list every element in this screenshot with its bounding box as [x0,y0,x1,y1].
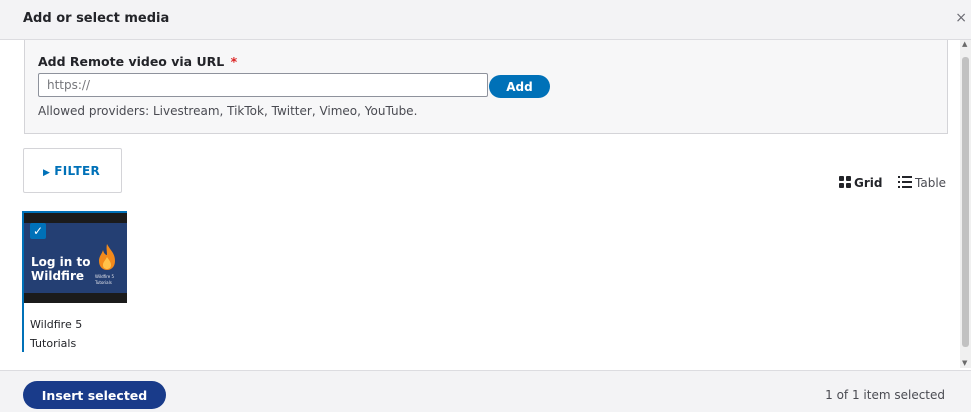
close-icon[interactable]: × [955,10,967,26]
list-icon [898,176,912,188]
add-button[interactable]: Add [489,75,550,98]
scroll-up-arrow-icon[interactable]: ▲ [962,40,967,48]
flame-logo-icon [99,244,115,270]
remote-video-label: Add Remote video via URL * [38,54,237,69]
scrollbar[interactable]: ▲ ▼ [960,40,971,368]
view-grid-link[interactable]: Grid [839,176,882,190]
dialog-titlebar: Add or select media × [0,0,971,40]
media-item-card[interactable]: Log in to Wildfire Wildfire 5 Tutorials … [22,211,127,352]
required-marker: * [230,54,238,69]
triangle-right-icon: ▶ [43,168,51,178]
scrollbar-thumb[interactable] [962,57,969,347]
allowed-providers-help: Allowed providers: Livestream, TikTok, T… [38,104,418,118]
scroll-down-arrow-icon[interactable]: ▼ [962,359,967,367]
dialog-title: Add or select media [23,11,170,26]
selected-checkbox[interactable]: ✓ [30,223,46,239]
selection-status: 1 of 1 item selected [825,388,945,402]
selected-accent-edge [22,211,24,352]
dialog-footer: Insert selected 1 of 1 item selected [0,370,971,412]
view-grid-label: Grid [854,176,883,190]
remote-video-panel: Add Remote video via URL * Add Allowed p… [24,40,948,134]
grid-icon [839,176,851,188]
view-table-label: Table [915,176,947,190]
filter-toggle[interactable]: ▶ FILTER [23,148,122,193]
insert-selected-button[interactable]: Insert selected [23,381,166,409]
media-item-name: Wildfire 5 Tutorials [30,318,83,350]
filter-label: ▶ FILTER [43,164,100,178]
remote-video-url-input[interactable] [38,73,488,97]
selected-accent-bar [22,211,127,213]
media-thumbnail[interactable]: Log in to Wildfire Wildfire 5 Tutorials … [23,213,127,303]
view-table-link[interactable]: Table [898,176,946,190]
remote-video-label-text: Add Remote video via URL [38,54,225,69]
thumbnail-subtitle: Wildfire 5 Tutorials [95,274,114,285]
filter-label-text: FILTER [54,164,100,178]
